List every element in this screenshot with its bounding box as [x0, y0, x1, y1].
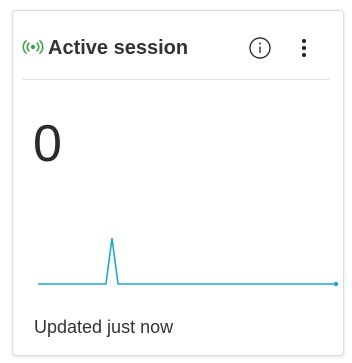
sparkline-point [333, 281, 339, 287]
more-vertical-icon[interactable] [296, 36, 312, 60]
updated-status: Updated just now [34, 317, 174, 337]
card-title: Active session [48, 37, 189, 59]
info-icon[interactable] [248, 36, 272, 60]
live-broadcast-icon [22, 40, 44, 54]
sparkline-series-line [38, 237, 336, 285]
session-sparkline [38, 237, 339, 287]
card-header: Active session [22, 24, 330, 80]
session-count-value: 0 [33, 115, 62, 173]
